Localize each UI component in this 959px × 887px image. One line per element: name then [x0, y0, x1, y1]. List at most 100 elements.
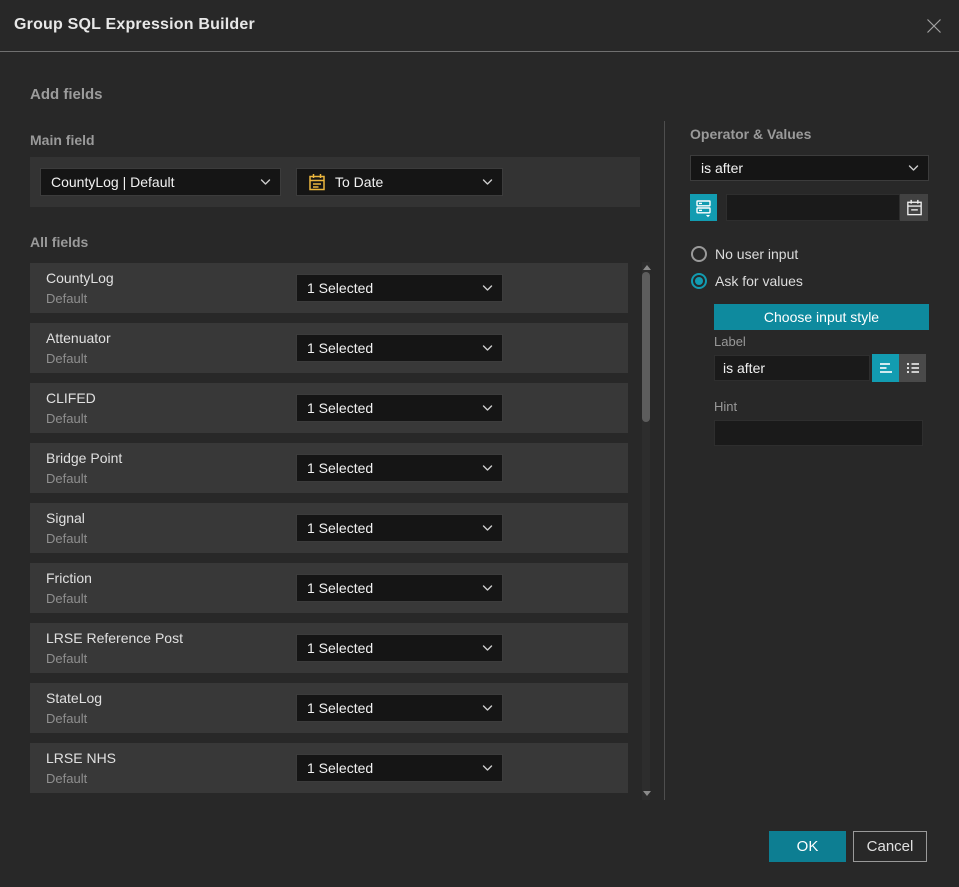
field-name: Friction: [46, 570, 92, 586]
main-field-label: Main field: [30, 132, 95, 148]
field-row: LRSE NHS Default 1 Selected: [30, 743, 628, 793]
field-selected-value: 1 Selected: [307, 580, 374, 596]
field-subtitle: Default: [46, 471, 88, 486]
field-name: Bridge Point: [46, 450, 123, 466]
main-field-dropdown[interactable]: CountyLog | Default: [40, 168, 281, 196]
radio-ask-for-values-label: Ask for values: [715, 273, 803, 289]
section-title-add-fields: Add fields: [30, 86, 103, 103]
chevron-down-icon: [908, 165, 919, 172]
panel-divider: [664, 121, 665, 800]
dialog-title: Group SQL Expression Builder: [14, 16, 255, 33]
radio-no-user-input-label: No user input: [715, 246, 799, 262]
group-sql-expression-builder-dialog: Group SQL Expression Builder Add fields …: [0, 0, 959, 887]
main-field-type-dropdown[interactable]: To Date: [296, 168, 503, 196]
field-subtitle: Default: [46, 291, 88, 306]
chevron-down-icon: [482, 465, 493, 472]
main-field-dropdown-value: CountyLog | Default: [51, 174, 175, 190]
choose-input-style-button[interactable]: Choose input style: [714, 304, 929, 330]
titlebar: Group SQL Expression Builder: [0, 0, 959, 52]
close-icon[interactable]: [922, 14, 946, 38]
all-fields-label: All fields: [30, 234, 89, 250]
value-input-type-button[interactable]: [690, 194, 717, 221]
field-name: LRSE NHS: [46, 750, 117, 766]
cancel-button[interactable]: Cancel: [853, 831, 927, 862]
radio-unchecked-icon: [691, 246, 707, 262]
calendar-icon: [905, 198, 924, 217]
label-field-label: Label: [714, 334, 746, 349]
single-line-style-button[interactable]: [872, 354, 899, 382]
field-row: StateLog Default 1 Selected: [30, 683, 628, 733]
field-subtitle: Default: [46, 651, 88, 666]
field-row: Bridge Point Default 1 Selected: [30, 443, 628, 493]
chevron-down-icon: [482, 645, 493, 652]
all-fields-list: CountyLog Default 1 Selected Attenuator …: [30, 263, 628, 803]
field-selected-value: 1 Selected: [307, 340, 374, 356]
radio-checked-icon: [691, 273, 707, 289]
chevron-down-icon: [482, 705, 493, 712]
scrollbar-thumb[interactable]: [642, 272, 650, 422]
field-row: LRSE Reference Post Default 1 Selected: [30, 623, 628, 673]
chevron-down-icon: [260, 179, 271, 186]
field-row: CountyLog Default 1 Selected: [30, 263, 628, 313]
value-input[interactable]: [726, 194, 900, 221]
field-name: Attenuator: [46, 330, 111, 346]
field-subtitle: Default: [46, 531, 88, 546]
bulleted-list-icon: [904, 359, 922, 377]
field-name: CountyLog: [46, 270, 114, 286]
radio-no-user-input[interactable]: No user input: [691, 246, 798, 262]
label-input[interactable]: [714, 355, 870, 381]
field-selected-value: 1 Selected: [307, 640, 374, 656]
operator-dropdown[interactable]: is after: [690, 155, 929, 181]
field-row: Friction Default 1 Selected: [30, 563, 628, 613]
stacked-fields-icon: [693, 197, 714, 218]
field-row: Attenuator Default 1 Selected: [30, 323, 628, 373]
field-name: Signal: [46, 510, 85, 526]
field-selected-value: 1 Selected: [307, 400, 374, 416]
chevron-down-icon: [482, 405, 493, 412]
field-selected-dropdown[interactable]: 1 Selected: [296, 334, 503, 362]
main-field-panel: CountyLog | Default To Date: [30, 157, 640, 207]
field-selected-dropdown[interactable]: 1 Selected: [296, 454, 503, 482]
main-field-type-value: To Date: [335, 174, 384, 190]
date-picker-button[interactable]: [900, 194, 928, 221]
field-selected-dropdown[interactable]: 1 Selected: [296, 574, 503, 602]
chevron-down-icon: [482, 585, 493, 592]
field-subtitle: Default: [46, 771, 88, 786]
field-selected-dropdown[interactable]: 1 Selected: [296, 394, 503, 422]
calendar-icon: [307, 172, 327, 192]
field-selected-value: 1 Selected: [307, 280, 374, 296]
operator-dropdown-value: is after: [701, 160, 744, 176]
hint-field-label: Hint: [714, 399, 738, 414]
field-selected-dropdown[interactable]: 1 Selected: [296, 514, 503, 542]
field-name: StateLog: [46, 690, 103, 706]
field-subtitle: Default: [46, 351, 88, 366]
chevron-down-icon: [482, 525, 493, 532]
list-style-button[interactable]: [899, 354, 926, 382]
field-selected-dropdown[interactable]: 1 Selected: [296, 634, 503, 662]
field-subtitle: Default: [46, 711, 88, 726]
ok-button[interactable]: OK: [769, 831, 846, 862]
align-left-icon: [877, 359, 895, 377]
field-selected-value: 1 Selected: [307, 460, 374, 476]
chevron-down-icon: [482, 345, 493, 352]
field-row: CLIFED Default 1 Selected: [30, 383, 628, 433]
field-name: CLIFED: [46, 390, 96, 406]
hint-input[interactable]: [714, 420, 923, 446]
field-selected-value: 1 Selected: [307, 700, 374, 716]
field-row: Signal Default 1 Selected: [30, 503, 628, 553]
scroll-down-icon[interactable]: [643, 791, 651, 796]
field-subtitle: Default: [46, 591, 88, 606]
chevron-down-icon: [482, 285, 493, 292]
field-name: LRSE Reference Post: [46, 630, 183, 646]
field-subtitle: Default: [46, 411, 88, 426]
chevron-down-icon: [482, 179, 493, 186]
field-selected-dropdown[interactable]: 1 Selected: [296, 274, 503, 302]
scroll-up-icon[interactable]: [643, 265, 651, 270]
radio-ask-for-values[interactable]: Ask for values: [691, 273, 803, 289]
field-selected-value: 1 Selected: [307, 520, 374, 536]
operator-values-title: Operator & Values: [690, 126, 812, 142]
chevron-down-icon: [482, 765, 493, 772]
field-selected-value: 1 Selected: [307, 760, 374, 776]
field-selected-dropdown[interactable]: 1 Selected: [296, 754, 503, 782]
field-selected-dropdown[interactable]: 1 Selected: [296, 694, 503, 722]
